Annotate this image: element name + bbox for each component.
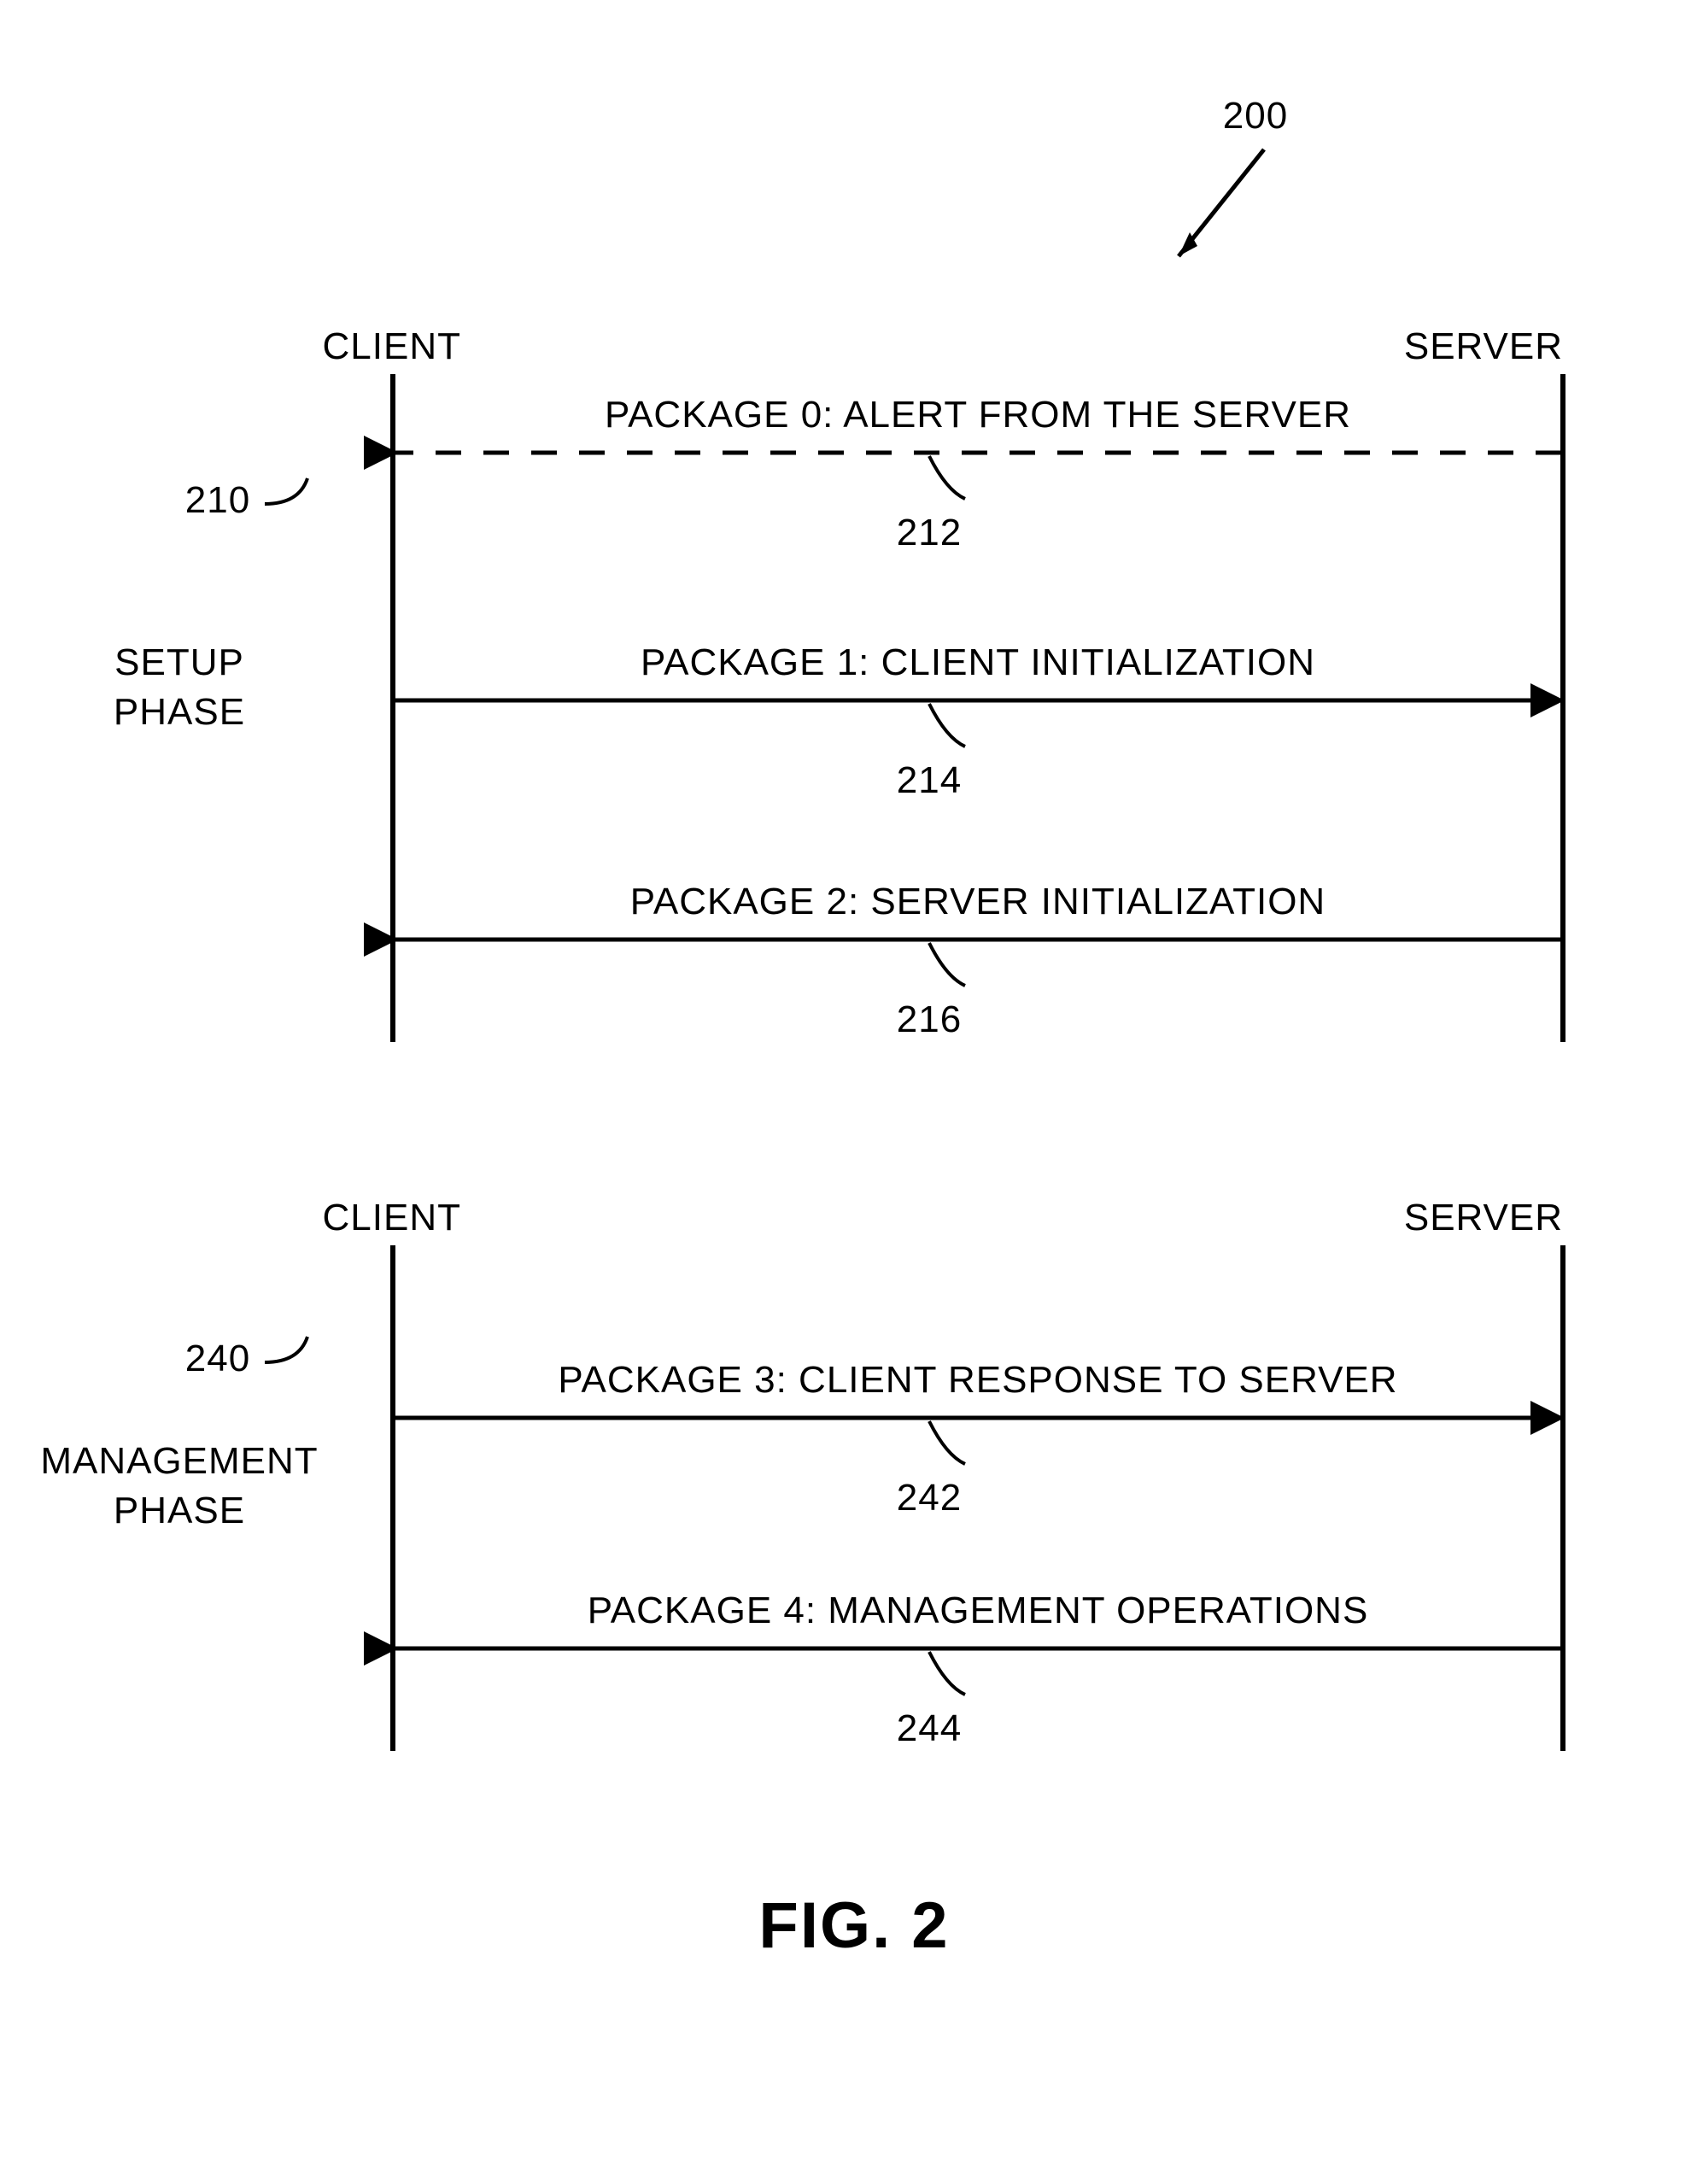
message-package0: PACKAGE 0: ALERT FROM THE SERVER 212	[395, 394, 1561, 553]
phase-name-line1: MANAGEMENT	[40, 1440, 318, 1482]
phase-setup: CLIENT SERVER 210 SETUP PHASE PACKAGE 0:…	[114, 325, 1563, 1042]
message-ref-hook	[929, 943, 965, 986]
figure-title: FIG. 2	[758, 1889, 949, 1962]
message-ref-label: 212	[897, 512, 962, 553]
message-ref-hook	[929, 456, 965, 499]
phase-name-line2: PHASE	[114, 1490, 245, 1531]
message-text: PACKAGE 1: CLIENT INITIALIZATION	[641, 641, 1315, 683]
phase-ref-label: 240	[185, 1338, 250, 1379]
client-label: CLIENT	[323, 325, 461, 367]
message-ref-label: 242	[897, 1477, 962, 1519]
message-package4: PACKAGE 4: MANAGEMENT OPERATIONS 244	[395, 1590, 1561, 1749]
message-text: PACKAGE 2: SERVER INITIALIZATION	[630, 881, 1326, 922]
phase-ref-hook	[265, 478, 307, 504]
overall-ref-label: 200	[1223, 95, 1288, 137]
message-ref-label: 214	[897, 759, 962, 801]
server-label: SERVER	[1404, 1197, 1563, 1238]
message-text: PACKAGE 4: MANAGEMENT OPERATIONS	[588, 1590, 1369, 1631]
phase-management: CLIENT SERVER 240 MANAGEMENT PHASE PACKA…	[40, 1197, 1563, 1751]
message-ref-label: 216	[897, 998, 962, 1040]
server-label: SERVER	[1404, 325, 1563, 367]
message-ref-label: 244	[897, 1707, 962, 1749]
message-text: PACKAGE 3: CLIENT RESPONSE TO SERVER	[558, 1359, 1397, 1401]
client-label: CLIENT	[323, 1197, 461, 1238]
phase-name-line2: PHASE	[114, 691, 245, 733]
phase-name-line1: SETUP	[114, 641, 244, 683]
message-package3: PACKAGE 3: CLIENT RESPONSE TO SERVER 242	[395, 1359, 1561, 1519]
message-ref-hook	[929, 1421, 965, 1464]
phase-ref-label: 210	[185, 479, 250, 521]
message-ref-hook	[929, 1652, 965, 1695]
message-ref-hook	[929, 704, 965, 747]
message-package2: PACKAGE 2: SERVER INITIALIZATION 216	[395, 881, 1561, 1040]
phase-ref-hook	[265, 1337, 307, 1362]
message-text: PACKAGE 0: ALERT FROM THE SERVER	[605, 394, 1351, 436]
sequence-diagram: 200 CLIENT SERVER 210 SETUP PHASE PACKAG…	[0, 0, 1703, 2184]
message-package1: PACKAGE 1: CLIENT INITIALIZATION 214	[395, 641, 1561, 801]
